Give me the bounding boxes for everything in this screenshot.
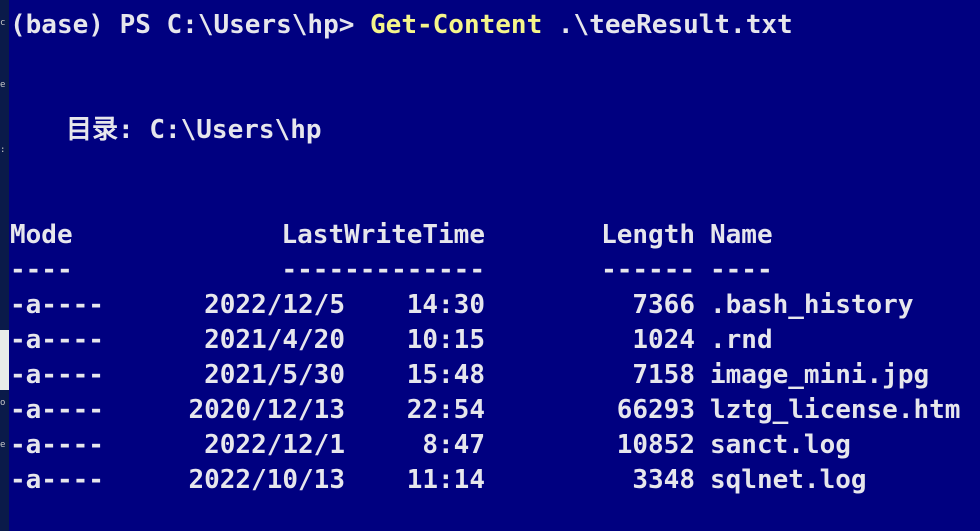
- directory-path: C:\Users\hp: [149, 115, 322, 145]
- row-date: 2022/12/5: [204, 290, 345, 320]
- row-length: 1024: [632, 325, 695, 355]
- prompt-line: (base) PS C:\Users\hp> Get-Content .\tee…: [10, 9, 793, 41]
- header-length: Length: [601, 220, 695, 250]
- row-date: 2021/5/30: [204, 360, 345, 390]
- row-date: 2022/10/13: [188, 465, 345, 495]
- header-name: Name: [710, 220, 773, 250]
- background-window-fragment: e: [0, 80, 6, 90]
- row-date: 2020/12/13: [188, 395, 345, 425]
- row-name[interactable]: sqlnet.log: [710, 464, 867, 496]
- row-length: 10852: [616, 430, 695, 460]
- prompt-text: (base) PS C:\Users\hp>: [10, 10, 371, 40]
- row-mode: -a----: [10, 290, 104, 320]
- background-window-edge: c e : o e: [0, 0, 9, 531]
- row-name[interactable]: .rnd: [710, 324, 773, 356]
- row-date: 2021/4/20: [204, 325, 345, 355]
- row-time: 10:15: [406, 325, 485, 355]
- row-length: 3348: [632, 465, 695, 495]
- background-window-fragment: c: [0, 18, 6, 28]
- underline-length: ------: [601, 255, 695, 285]
- row-mode: -a----: [10, 465, 104, 495]
- background-window-fragment: e: [0, 440, 6, 450]
- argument-value: .\teeResult.txt: [557, 10, 793, 40]
- row-length: 7158: [632, 360, 695, 390]
- row-time: 15:48: [406, 360, 485, 390]
- background-window-fragment: [0, 330, 9, 390]
- row-time: 22:54: [406, 395, 485, 425]
- row-mode: -a----: [10, 325, 104, 355]
- directory-line: 目录: C:\Users\hp: [66, 114, 322, 146]
- powershell-terminal[interactable]: (base) PS C:\Users\hp> Get-Content .\tee…: [10, 0, 980, 531]
- row-mode: -a----: [10, 430, 104, 460]
- row-time: 11:14: [406, 465, 485, 495]
- underline-mode: ----: [10, 255, 73, 285]
- row-name[interactable]: sanct.log: [710, 429, 851, 461]
- underline-name: ----: [710, 255, 773, 285]
- row-length: 7366: [632, 290, 695, 320]
- directory-label: 目录:: [66, 115, 134, 145]
- row-name[interactable]: lztg_license.htm: [710, 394, 960, 426]
- background-window-fragment: o: [0, 398, 6, 408]
- row-mode: -a----: [10, 360, 104, 390]
- command-name: Get-Content: [370, 10, 543, 40]
- row-mode: -a----: [10, 395, 104, 425]
- header-mode: Mode: [10, 220, 73, 250]
- row-time: 8:47: [422, 430, 485, 460]
- header-lastwritetime: LastWriteTime: [281, 220, 486, 250]
- underline-lastwritetime: -------------: [281, 255, 486, 285]
- background-window-fragment: :: [0, 145, 6, 155]
- command-argument: .\teeResult.txt: [542, 10, 793, 40]
- row-length: 66293: [616, 395, 695, 425]
- row-name[interactable]: .bash_history: [710, 289, 914, 321]
- row-name[interactable]: image_mini.jpg: [710, 359, 929, 391]
- row-time: 14:30: [406, 290, 485, 320]
- row-date: 2022/12/1: [204, 430, 345, 460]
